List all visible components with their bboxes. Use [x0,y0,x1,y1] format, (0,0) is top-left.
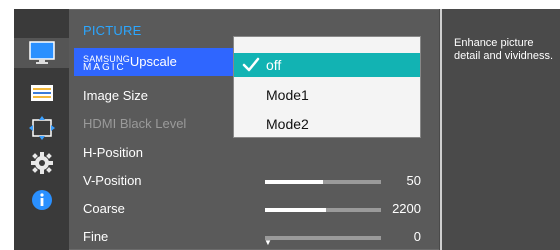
option-mode1[interactable]: Mode1 [234,83,420,107]
gear-icon[interactable] [14,148,69,178]
magic-prefix-big: MAGIC [83,62,126,73]
menu-item-v-position[interactable]: V-Position 50 [69,167,439,195]
scroll-down-icon[interactable]: ▼ [264,238,272,247]
coarse-slider[interactable] [265,208,381,212]
fine-label: Fine [83,229,109,244]
menu-item-fine[interactable]: Fine 0 [69,223,439,250]
coarse-slider-fill [265,208,327,212]
picture-icon[interactable] [14,38,69,68]
position-icon[interactable] [14,113,69,143]
option-mode1-label: Mode1 [266,87,309,103]
fine-slider[interactable] [265,236,381,240]
menu-item-magic-upscale[interactable]: SAMSUNG Upscale MAGIC [74,48,234,76]
fine-value: 0 [413,229,421,244]
h-position-label: H-Position [83,145,143,160]
menu-item-coarse[interactable]: Coarse 2200 [69,195,439,223]
hdmi-black-level-label: HDMI Black Level [83,116,187,131]
coarse-label: Coarse [83,201,125,216]
check-icon [242,57,260,72]
screen-adjust-icon[interactable] [14,78,69,108]
option-off[interactable]: off [234,53,420,77]
menu-title: PICTURE [83,23,142,38]
image-size-label: Image Size [83,88,149,103]
v-position-value: 50 [406,173,421,188]
info-icon[interactable] [14,185,69,215]
v-position-label: V-Position [83,173,142,188]
category-sidebar [14,9,69,250]
menu-item-h-position[interactable]: H-Position [69,139,439,167]
help-text: Enhance picture detail and vividness. [454,37,554,62]
coarse-value: 2200 [392,201,421,216]
help-panel: Enhance picture detail and vividness. [440,9,560,250]
upscale-options-dropdown: off Mode1 Mode2 [233,36,421,138]
v-position-slider-fill [265,180,323,184]
option-off-label: off [266,57,282,73]
v-position-slider[interactable] [265,180,381,184]
upscale-text: Upscale [129,54,177,69]
option-mode2-label: Mode2 [266,116,309,132]
option-mode2[interactable]: Mode2 [234,112,420,136]
